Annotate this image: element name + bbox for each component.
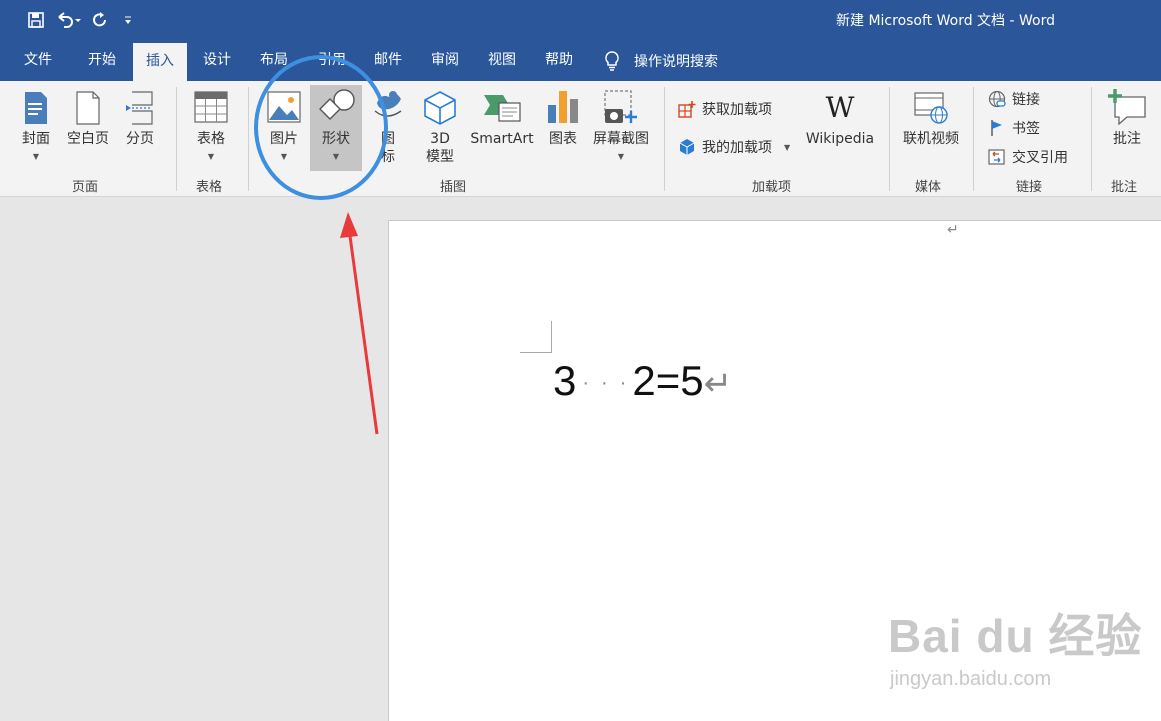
save-icon (28, 12, 44, 28)
paragraph-mark: ↵ (703, 365, 733, 403)
window-title: 新建 Microsoft Word 文档 - Word (836, 13, 1055, 29)
chart-icon (548, 91, 578, 123)
group-links-label: 链接 (1016, 180, 1043, 195)
title-bar: 新建 Microsoft Word 文档 - Word (0, 0, 1161, 40)
equation-left: 3 (553, 357, 577, 404)
my-addins-button[interactable]: 我的加载项 ▼ (678, 137, 790, 157)
redo-button[interactable] (86, 8, 114, 32)
screenshot-icon (604, 90, 637, 123)
blank-page-icon (76, 91, 100, 125)
link-button[interactable]: 链接 (988, 89, 1040, 109)
tab-file[interactable]: 文件 (10, 40, 66, 81)
tab-review[interactable]: 审阅 (418, 40, 472, 81)
online-video-icon (914, 92, 948, 124)
tab-insert[interactable]: 插入 (133, 43, 187, 81)
screenshot-button[interactable]: 屏幕截图 ▼ (588, 81, 654, 171)
baidu-watermark: Bai du 经验 jingyan.baidu.com (888, 600, 1142, 691)
space-dot: · (582, 372, 590, 395)
save-button[interactable] (22, 8, 50, 32)
document-equation[interactable]: 3 · · · 2=5↵ (553, 357, 732, 405)
ribbon-insert: 封面 ▼ 空白页 分页 页面 表格 ▼ 表格 图片 ▼ 形状 ▼ 图 标 3D … (0, 81, 1161, 197)
cube-icon (424, 91, 456, 125)
smartart-icon (484, 95, 521, 122)
tab-mailings[interactable]: 邮件 (361, 40, 415, 81)
margin-corner-mark (520, 321, 552, 353)
tab-view[interactable]: 视图 (475, 40, 529, 81)
group-comments-label: 批注 (1111, 180, 1138, 195)
paragraph-mark: ↵ (947, 222, 959, 238)
addins-store-icon (678, 101, 696, 118)
tell-me-search[interactable]: 操作说明搜索 (604, 40, 718, 81)
wikipedia-icon: W (825, 91, 855, 124)
table-button[interactable]: 表格 ▼ (188, 81, 234, 171)
cover-page-icon (25, 92, 47, 124)
chevron-down-icon (125, 16, 131, 24)
space-dot: · (601, 372, 608, 395)
tab-design[interactable]: 设计 (190, 40, 244, 81)
watermark-main: Bai du 经验 (888, 610, 1143, 662)
link-icon (988, 90, 1006, 108)
watermark-url: jingyan.baidu.com (890, 668, 1052, 690)
quick-access-toolbar (22, 8, 142, 32)
bookmark-button[interactable]: 书签 (988, 118, 1040, 138)
online-video-button[interactable]: 联机视频 (898, 81, 964, 171)
group-illustrations-label: 插图 (440, 180, 467, 195)
lightbulb-icon (605, 50, 619, 71)
tell-me-label: 操作说明搜索 (634, 53, 718, 70)
space-dot: · (619, 372, 627, 395)
group-tables-label: 表格 (196, 180, 223, 195)
new-comment-button[interactable]: 批注 (1104, 81, 1150, 171)
group-media-label: 媒体 (915, 180, 942, 195)
my-addins-icon (679, 139, 695, 155)
chart-button[interactable]: 图表 (542, 81, 584, 171)
undo-icon (58, 12, 81, 28)
tab-help[interactable]: 帮助 (532, 40, 586, 81)
cover-page-button[interactable]: 封面 ▼ (14, 81, 58, 171)
highlight-circle-annotation (254, 55, 388, 200)
group-pages-label: 页面 (72, 180, 99, 195)
equation-right: 2=5 (632, 357, 704, 404)
ribbon-tabs: 文件 开始 插入 设计 布局 引用 邮件 审阅 视图 帮助 操作说明搜索 (0, 40, 1161, 81)
undo-button[interactable] (50, 8, 86, 32)
tab-home[interactable]: 开始 (74, 40, 130, 81)
cross-reference-icon (988, 149, 1005, 165)
table-icon (194, 91, 228, 123)
redo-icon (93, 12, 106, 27)
blank-page-button[interactable]: 空白页 (62, 81, 114, 171)
group-addins-label: 加载项 (752, 180, 792, 195)
customize-qat-button[interactable] (114, 8, 142, 32)
smartart-button[interactable]: SmartArt (466, 81, 538, 171)
comment-plus-icon (1108, 89, 1146, 125)
page-break-icon (126, 91, 153, 125)
3d-models-button[interactable]: 3D 模型 (418, 81, 462, 171)
wikipedia-button[interactable]: W Wikipedia (804, 81, 876, 171)
cross-reference-button[interactable]: 交叉引用 (988, 147, 1068, 167)
bookmark-flag-icon (991, 120, 1002, 136)
page-break-button[interactable]: 分页 (118, 81, 162, 171)
get-addins-button[interactable]: 获取加载项 (678, 99, 772, 119)
